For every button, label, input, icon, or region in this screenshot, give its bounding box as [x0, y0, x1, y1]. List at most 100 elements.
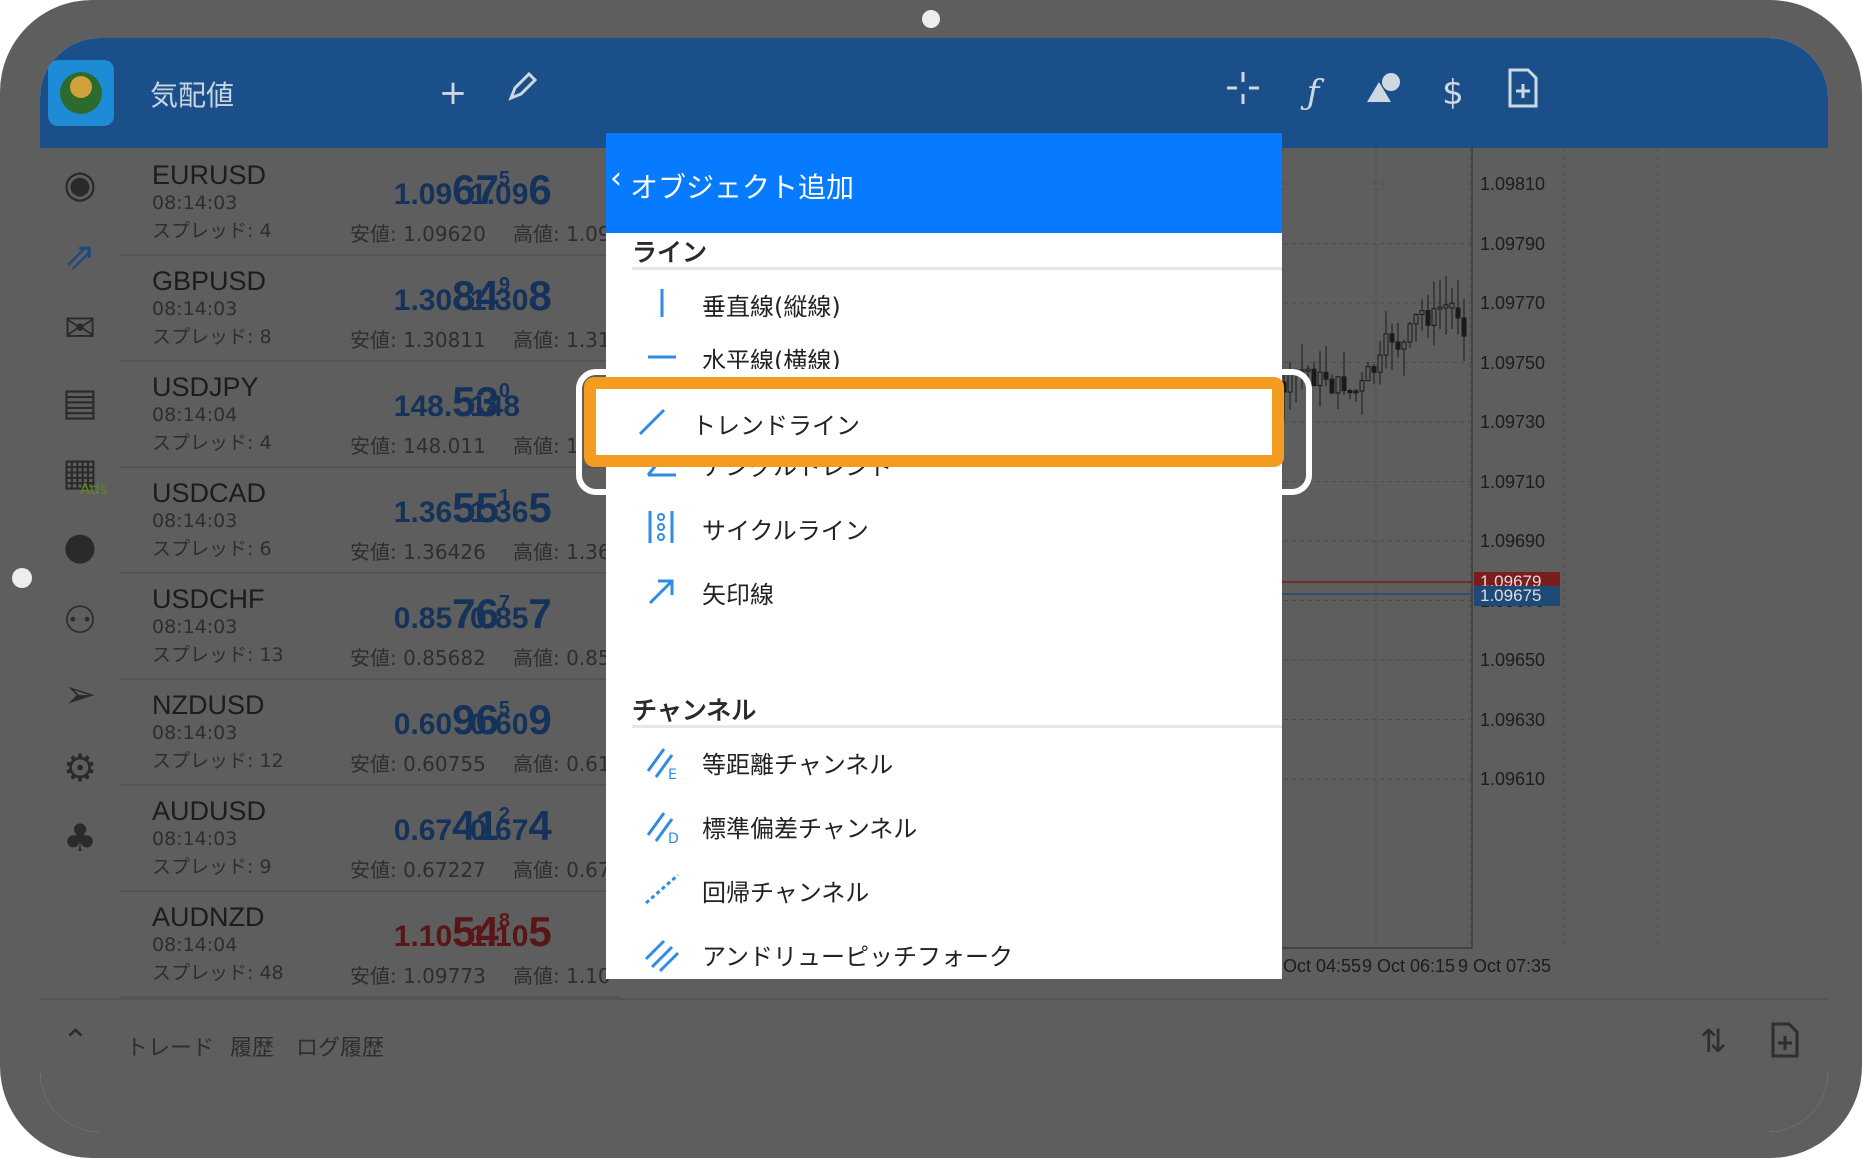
high-price: 高値: 1: [513, 434, 579, 458]
item-vertical-line[interactable]: 垂直線(縦線): [632, 273, 1282, 335]
spread-value: スプレッド: 48: [152, 962, 284, 984]
ask-price: 1.308: [470, 272, 552, 319]
send-icon[interactable]: ➢: [54, 668, 106, 720]
new-order-icon[interactable]: [1770, 1022, 1800, 1066]
low-price: 安値: 0.85682: [350, 646, 486, 670]
tab-history[interactable]: 履歴: [230, 1030, 274, 1062]
price-tick-label: 1.09730: [1480, 412, 1546, 432]
candle-body: [1359, 380, 1365, 392]
section-divider: [632, 725, 1282, 728]
candle-body: [1401, 341, 1407, 350]
quote-row[interactable]: USDCAD 08:14:03 スプレッド: 6 1.36551 安値: 1.36426…: [120, 466, 620, 574]
candle-body: [1395, 341, 1401, 350]
tab-trade[interactable]: トレード: [126, 1030, 214, 1062]
crosshair-icon[interactable]: [1218, 68, 1268, 118]
candle-body: [1311, 368, 1317, 387]
plus-icon[interactable]: +: [428, 68, 478, 118]
item-equidistant-channel[interactable]: E 等距離チャンネル: [632, 731, 1282, 793]
high-price: 高値: 1.10: [513, 964, 611, 988]
quote-row[interactable]: GBPUSD 08:14:03 スプレッド: 8 1.30849 安値: 1.30811…: [120, 254, 620, 362]
section-divider: [632, 267, 1282, 270]
quote-row[interactable]: AUDUSD 08:14:03 スプレッド: 9 0.67412 安値: 0.67227…: [120, 784, 620, 892]
camera-dot: [922, 10, 940, 28]
low-price: 安値: 0.67227: [350, 858, 486, 882]
price-tick-label: 1.09770: [1480, 293, 1546, 313]
sort-icon[interactable]: ⇅: [1700, 1022, 1727, 1060]
chat-icon[interactable]: ●: [54, 520, 106, 572]
price-tick-label: 1.09630: [1480, 709, 1546, 730]
symbol-name: EURUSD: [152, 160, 267, 190]
candle-body: [1431, 308, 1437, 326]
price-tick-label: 1.09710: [1480, 471, 1546, 492]
account-icon[interactable]: ◉: [54, 158, 106, 210]
quote-time: 08:14:04: [152, 404, 238, 426]
item-label: アンドリューピッチフォーク: [702, 943, 1014, 971]
quote-row[interactable]: AUDNZD 08:14:04 スプレッド: 48 1.10548 安値: 1.0977…: [120, 890, 620, 998]
candle-body: [1449, 302, 1455, 309]
quote-row[interactable]: USDCHF 08:14:03 スプレッド: 13 0.85767 安値: 0.8568…: [120, 572, 620, 680]
item-cycle-lines[interactable]: サイクルライン: [632, 497, 1282, 559]
shapes-icon[interactable]: [1358, 68, 1408, 118]
section-channels-label: チャンネル: [632, 696, 757, 725]
candle-body: [1323, 371, 1329, 380]
news-icon[interactable]: ▤: [54, 376, 106, 428]
spread-value: スプレッド: 9: [152, 856, 272, 878]
pencil-icon[interactable]: [498, 68, 548, 118]
candle-body: [1341, 376, 1347, 392]
item-arrow-line[interactable]: 矢印線: [632, 561, 1282, 623]
quotes-list: EURUSD 08:14:03 スプレッド: 4 1.09675 安値: 1.09620…: [120, 148, 620, 998]
bottom-bar: ⌃ トレード 履歴 ログ履歴 ⇅: [40, 998, 1828, 1132]
settings-icon[interactable]: ⚙: [54, 742, 106, 794]
quote-time: 08:14:03: [152, 616, 238, 638]
mail-icon[interactable]: ✉: [54, 302, 106, 354]
tree-icon[interactable]: ♣: [54, 812, 106, 864]
candle-body: [1377, 354, 1383, 373]
std-dev-channel-icon: D: [646, 812, 679, 845]
item-regression-channel[interactable]: 回帰チャンネル: [632, 859, 1282, 921]
candle-body: [1347, 390, 1353, 394]
function-icon[interactable]: ƒ: [1288, 68, 1338, 118]
time-tick-label: 9 Oct 06:15: [1362, 956, 1456, 976]
ask-price: 1.105: [470, 908, 552, 955]
equidistant-channel-icon: E: [646, 748, 677, 781]
candle-body: [1419, 310, 1425, 316]
candle-body: [1437, 306, 1443, 310]
high-price: 高値: 0.67: [513, 858, 611, 882]
price-tick-label: 1.09690: [1480, 531, 1546, 551]
svg-text:E: E: [668, 767, 677, 781]
tab-log-history[interactable]: ログ履歴: [296, 1030, 384, 1062]
price-tick-label: 1.09750: [1480, 352, 1546, 373]
candle-body: [1335, 376, 1341, 394]
low-price: 安値: 1.30811: [350, 328, 486, 352]
quote-row[interactable]: EURUSD 08:14:03 スプレッド: 4 1.09675 安値: 1.09620…: [120, 148, 620, 256]
ask-price: 148: [470, 390, 521, 423]
app-logo[interactable]: [48, 60, 114, 126]
low-price: 安値: 148.011: [350, 434, 486, 458]
symbol-name: USDCHF: [152, 584, 265, 614]
quote-row[interactable]: NZDUSD 08:14:03 スプレッド: 12 0.60965 安値: 0.6075…: [120, 678, 620, 786]
candle-body: [1461, 317, 1467, 337]
dialog-header: ‹ オブジェクト追加: [606, 133, 1282, 233]
symbol-name: USDCAD: [152, 478, 267, 508]
candle-body: [1305, 368, 1311, 372]
high-price: 高値: 1.31: [513, 328, 611, 352]
high-price: 高値: 1.36: [513, 540, 611, 564]
trade-arrows-icon[interactable]: ⇗: [54, 230, 106, 282]
quote-row[interactable]: USDJPY 08:14:04 スプレッド: 4 148.530 安値: 148.011…: [120, 360, 620, 468]
regression-channel-icon: [645, 873, 679, 905]
item-andrews-pitchfork[interactable]: アンドリューピッチフォーク: [632, 923, 1282, 979]
candle-body: [1389, 333, 1395, 343]
item-std-dev-channel[interactable]: D 標準偏差チャンネル: [632, 795, 1282, 857]
dollar-refresh-icon[interactable]: $: [1428, 68, 1478, 118]
price-tick-label: 1.09810: [1480, 174, 1546, 194]
new-document-icon[interactable]: [1498, 68, 1548, 118]
community-icon[interactable]: ⚇: [54, 594, 106, 646]
back-icon[interactable]: ‹: [610, 161, 622, 196]
price-tick-label: 1.09650: [1480, 650, 1546, 670]
item-label: 垂直線(縦線): [702, 293, 841, 321]
spread-value: スプレッド: 6: [152, 538, 272, 560]
ask-price: 0.674: [470, 802, 552, 849]
low-price: 安値: 1.09773: [350, 964, 486, 988]
cycle-lines-icon: [648, 511, 674, 543]
chevron-up-icon[interactable]: ⌃: [62, 1022, 89, 1060]
